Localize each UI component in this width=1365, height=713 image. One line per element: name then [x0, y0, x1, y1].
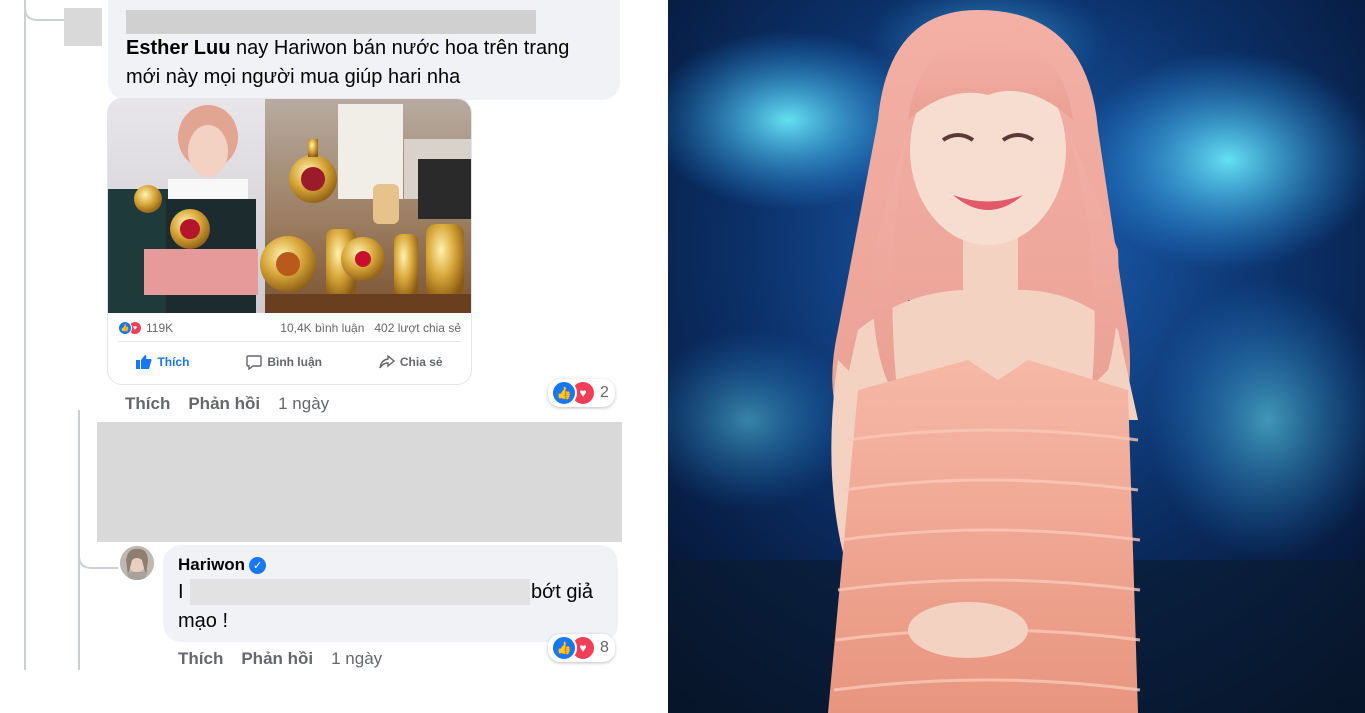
verified-badge-icon: ✓	[249, 557, 267, 574]
post-share-label: Chia sẻ	[399, 355, 443, 369]
post-stats: 👍 ♥ 119K 10,4K bình luận 402 lượt chia s…	[118, 321, 461, 335]
comment-reactions[interactable]: 👍 ♥ 2	[548, 379, 615, 407]
post-like-label: Thích	[157, 355, 190, 369]
comment-text-line2: mạo !	[178, 610, 229, 632]
redacted-text	[190, 579, 530, 605]
redacted-text	[126, 10, 536, 34]
like-icon: 👍	[551, 380, 577, 406]
comment-author[interactable]: Esther Luu	[126, 37, 230, 59]
comment-text: Esther Luu nay Hariwon bán nước hoa trên…	[126, 34, 569, 92]
portrait-photo	[668, 0, 1365, 713]
comment-thread: Esther Luu nay Hariwon bán nước hoa trên…	[0, 0, 668, 713]
avatar[interactable]	[120, 546, 154, 580]
reply-link[interactable]: Phản hồi	[188, 394, 260, 413]
post-share-count[interactable]: 402 lượt chia sẻ	[374, 321, 461, 335]
comment-text-start: I	[178, 581, 184, 603]
comment-text-end: bớt giả	[531, 581, 594, 603]
post-reaction-count[interactable]: 119K	[146, 321, 173, 335]
post-image[interactable]	[108, 99, 471, 313]
comment-actions: Thích Phản hồi 1 ngày	[125, 394, 329, 414]
comment-time[interactable]: 1 ngày	[278, 394, 329, 413]
thread-line	[24, 0, 26, 670]
comment-author-row: Hariwon ✓	[178, 555, 267, 575]
reply-link[interactable]: Phản hồi	[241, 649, 313, 668]
post-share-button[interactable]: Chia sẻ	[379, 355, 443, 369]
post-comment-count[interactable]: 10,4K bình luận	[280, 321, 364, 335]
redacted-comment	[97, 422, 622, 542]
comment-reactions[interactable]: 👍 ♥ 8	[548, 634, 615, 662]
comment-actions: Thích Phản hồi 1 ngày	[178, 649, 382, 669]
post-comment-label: Bình luận	[267, 355, 322, 369]
comment-text-line2: mới này mọi người mua giúp hari nha	[126, 66, 461, 88]
comment-bubble: Hariwon ✓ I bớt giả mạo !	[163, 545, 618, 642]
comment-icon	[246, 354, 263, 370]
like-icon: 👍	[118, 321, 132, 335]
reaction-count: 2	[600, 384, 609, 401]
like-link[interactable]: Thích	[125, 394, 170, 413]
comment-bubble: Esther Luu nay Hariwon bán nước hoa trên…	[108, 0, 620, 100]
like-icon: 👍	[551, 635, 577, 661]
like-icon	[136, 355, 152, 369]
comment-time[interactable]: 1 ngày	[331, 649, 382, 668]
reaction-count: 8	[600, 639, 609, 656]
comment-text-line1: nay Hariwon bán nước hoa trên trang	[236, 37, 570, 59]
share-icon	[379, 355, 395, 369]
post-like-button[interactable]: Thích	[136, 355, 189, 369]
comment-author[interactable]: Hariwon	[178, 555, 245, 574]
shared-post-card[interactable]: 👍 ♥ 119K 10,4K bình luận 402 lượt chia s…	[108, 99, 471, 384]
post-comment-button[interactable]: Bình luận	[246, 354, 322, 370]
redacted-avatar	[64, 8, 102, 46]
like-link[interactable]: Thích	[178, 649, 223, 668]
post-action-bar: Thích Bình luận Chia sẻ	[108, 349, 471, 375]
